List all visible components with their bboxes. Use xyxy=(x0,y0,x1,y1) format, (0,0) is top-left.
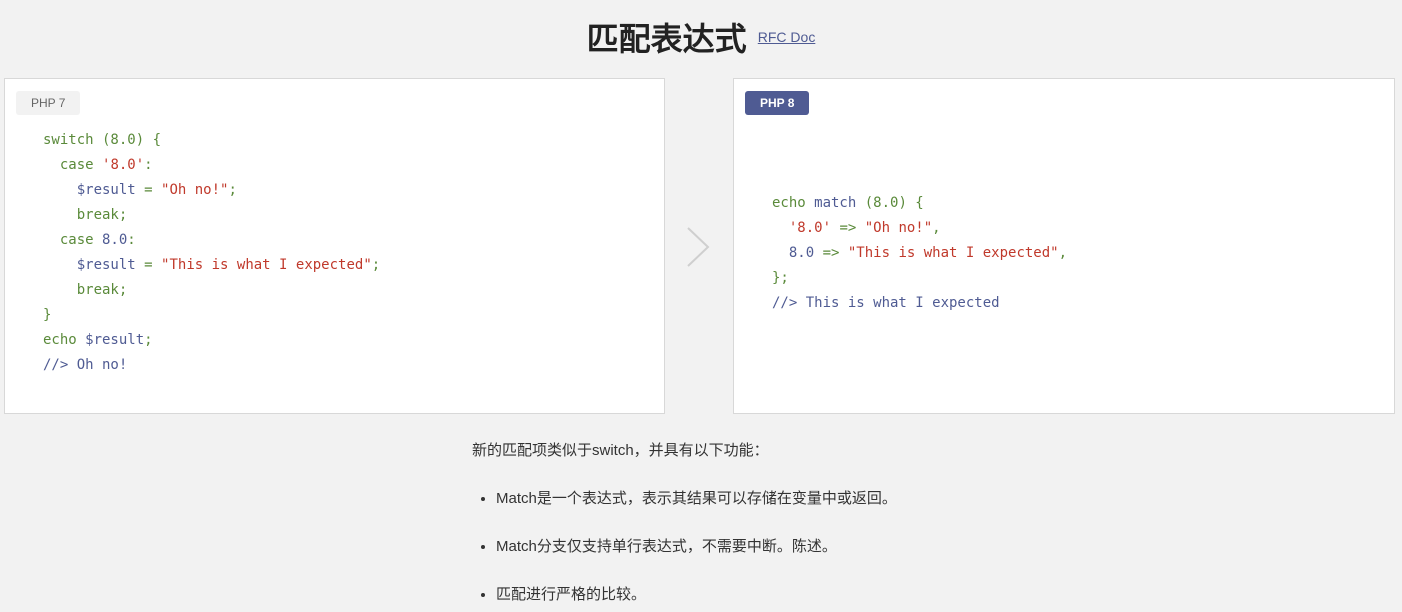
code-token: match xyxy=(805,195,857,211)
code-token: break xyxy=(76,282,119,298)
code-token: '8.0' xyxy=(788,220,832,236)
code-token: }; xyxy=(772,270,789,286)
list-item: Match是一个表达式，表示其结果可以存储在变量中或返回。 xyxy=(496,486,972,512)
code-token: "Oh no!" xyxy=(864,220,933,236)
description-intro: 新的匹配项类似于switch，并具有以下功能： xyxy=(472,442,769,459)
description: 新的匹配项类似于switch，并具有以下功能： Match是一个表达式，表示其结… xyxy=(472,438,972,608)
code-token: "Oh no!" xyxy=(161,182,229,198)
chevron-right-icon xyxy=(687,227,710,267)
code-token: case xyxy=(59,232,94,248)
code-token: = xyxy=(135,182,162,198)
code-token: : xyxy=(127,232,136,248)
code-token: $result xyxy=(76,332,145,348)
code-token: 8.0 xyxy=(788,245,815,261)
code-token: echo xyxy=(43,332,77,348)
page-title: 匹配表达式 xyxy=(586,20,747,58)
code-token: ; xyxy=(144,332,153,348)
code-token: } xyxy=(43,307,52,323)
code-token: ; xyxy=(371,257,381,273)
code-token: (8.0) { xyxy=(856,195,924,211)
code-token: , xyxy=(932,220,941,236)
code-token: $result xyxy=(76,182,136,198)
code-token: (8.0) { xyxy=(93,132,162,148)
rfc-doc-link[interactable]: RFC Doc xyxy=(758,29,816,45)
code-token: ; xyxy=(118,282,128,298)
code-token: => xyxy=(814,245,848,261)
php7-code-block: switch (8.0) { case '8.0': $result = "Oh… xyxy=(43,128,380,378)
code-token: break xyxy=(76,207,119,223)
header: 匹配表达式 RFC Doc xyxy=(0,14,1402,60)
code-token: ; xyxy=(118,207,128,223)
code-token: = xyxy=(135,257,162,273)
code-token: "This is what I expected" xyxy=(847,245,1059,261)
php7-code-panel: PHP 7 switch (8.0) { case '8.0': $result… xyxy=(4,78,665,414)
code-comment: //> This is what I expected xyxy=(772,295,1000,311)
code-token: ; xyxy=(228,182,237,198)
code-token: '8.0' xyxy=(102,157,145,173)
code-token: case xyxy=(59,157,94,173)
code-token: switch xyxy=(43,132,94,148)
code-token: echo xyxy=(772,195,806,211)
code-token: : xyxy=(144,157,153,173)
list-item: 匹配进行严格的比较。 xyxy=(496,582,972,608)
code-comment: //> Oh no! xyxy=(43,357,128,373)
code-token: , xyxy=(1058,245,1068,261)
php8-code-block: echo match (8.0) { '8.0' => "Oh no!", 8.… xyxy=(772,191,1067,316)
code-token: "This is what I expected" xyxy=(161,257,372,273)
php7-badge[interactable]: PHP 7 xyxy=(16,91,81,115)
list-item: Match分支仅支持单行表达式，不需要中断。陈述。 xyxy=(496,534,972,560)
php8-code-panel: PHP 8 echo match (8.0) { '8.0' => "Oh no… xyxy=(733,78,1395,414)
code-token: => xyxy=(831,220,865,236)
php8-badge[interactable]: PHP 8 xyxy=(745,91,810,115)
code-token: $result xyxy=(76,257,136,273)
code-token: 8.0 xyxy=(93,232,128,248)
feature-list: Match是一个表达式，表示其结果可以存储在变量中或返回。 Match分支仅支持… xyxy=(472,486,972,608)
